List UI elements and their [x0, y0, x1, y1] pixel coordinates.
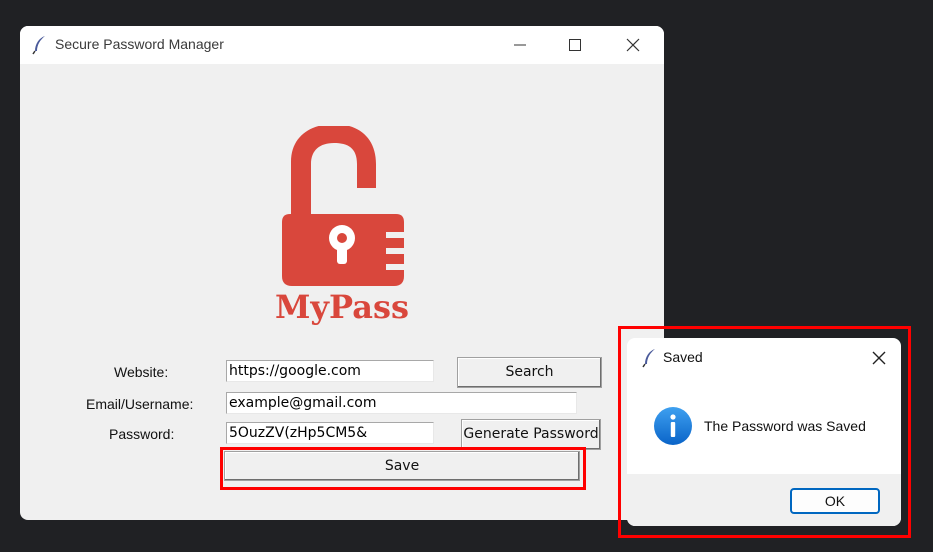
- mypass-logo: MyPass: [275, 126, 409, 326]
- maximize-icon: [569, 39, 581, 51]
- title-bar[interactable]: Secure Password Manager: [20, 26, 664, 64]
- dialog-highlight: [618, 326, 911, 538]
- password-label: Password:: [109, 426, 175, 442]
- generate-password-button[interactable]: Generate Password: [461, 419, 601, 450]
- search-button[interactable]: Search: [457, 357, 602, 388]
- close-button[interactable]: [611, 30, 655, 60]
- email-input[interactable]: example@gmail.com: [226, 392, 577, 414]
- window-title: Secure Password Manager: [55, 36, 224, 52]
- save-button-highlight: [220, 447, 586, 490]
- close-icon: [626, 38, 640, 52]
- website-label: Website:: [114, 364, 169, 380]
- logo-text: MyPass: [275, 288, 409, 326]
- feather-icon: [32, 36, 45, 55]
- email-label: Email/Username:: [86, 396, 194, 412]
- website-input[interactable]: https://google.com: [226, 360, 434, 382]
- maximize-button[interactable]: [553, 30, 597, 60]
- minimize-button[interactable]: [498, 30, 542, 60]
- main-window: Secure Password Manager MyPass Website: …: [20, 26, 664, 520]
- password-input[interactable]: 5OuzZV(zHp5CM5&: [226, 422, 434, 444]
- minimize-icon: [514, 44, 526, 46]
